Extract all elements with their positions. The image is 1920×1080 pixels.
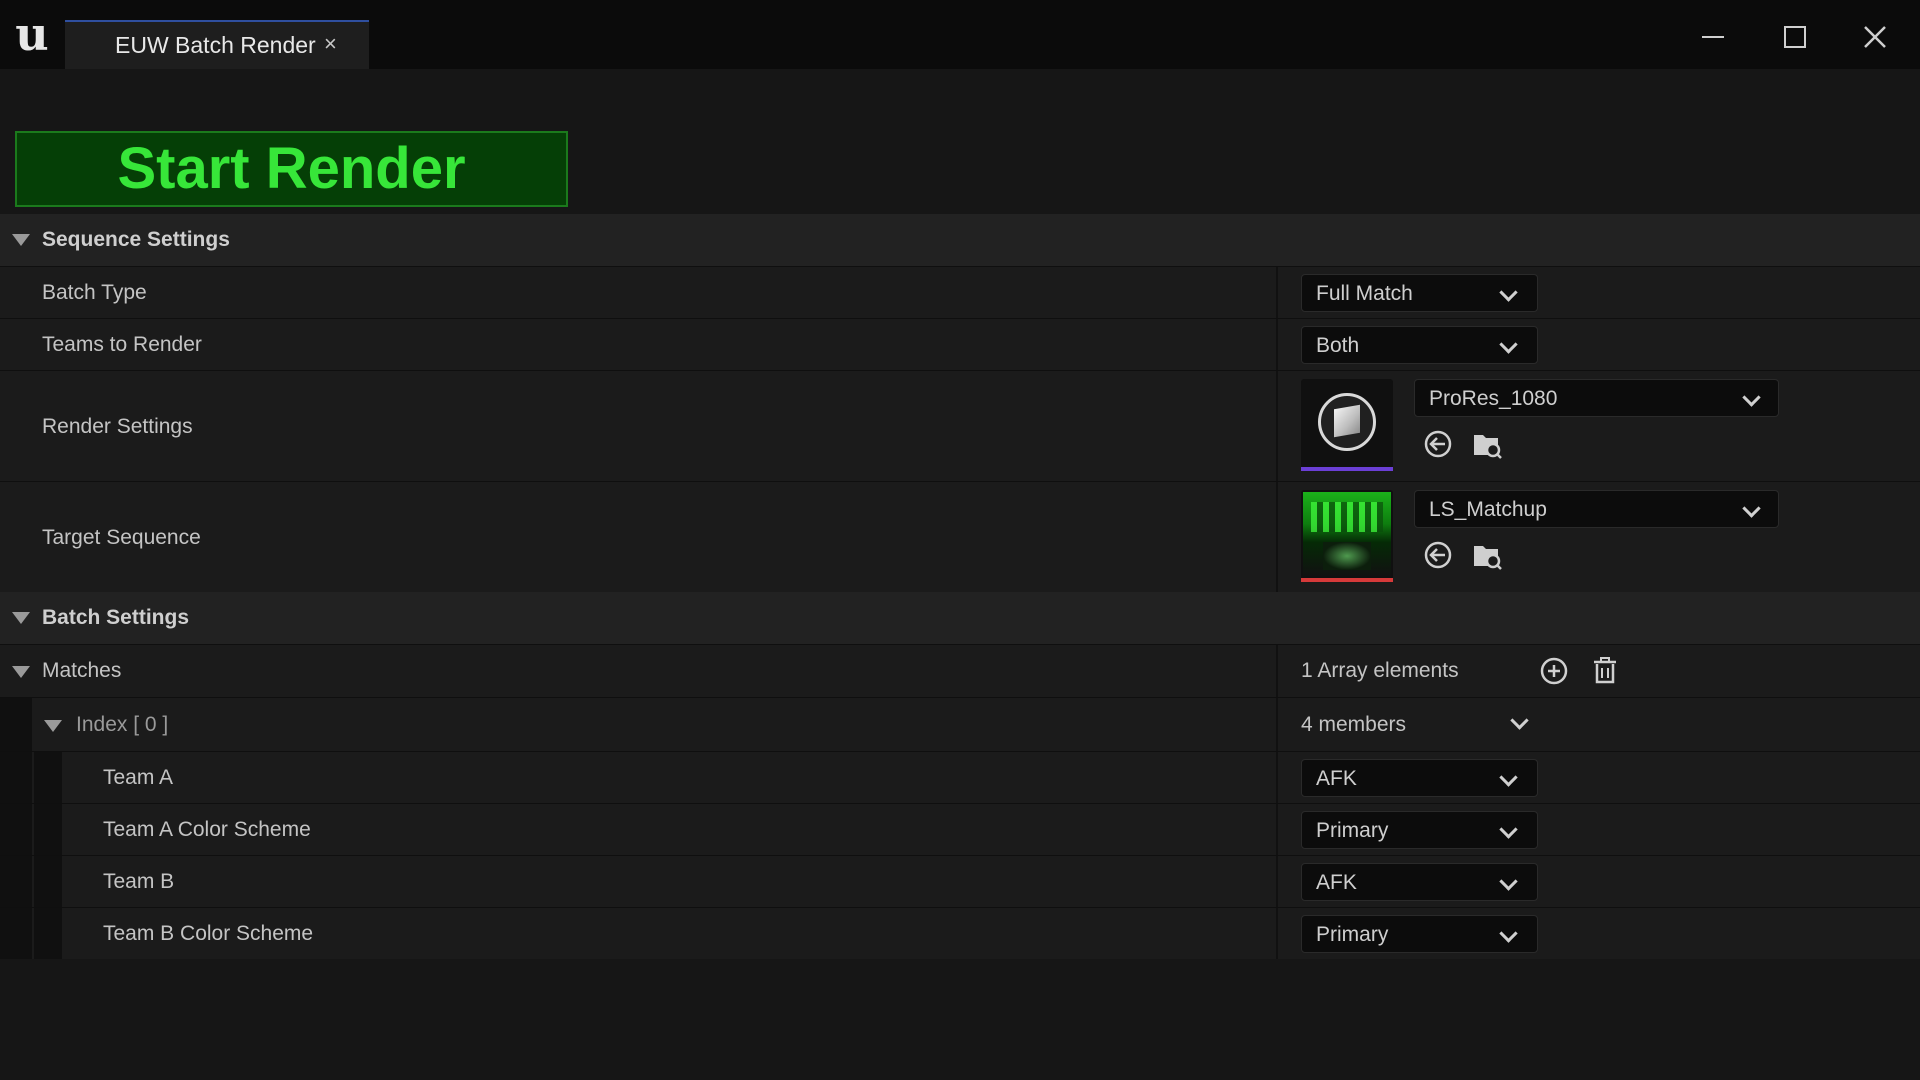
close-window-button[interactable] [1845, 12, 1905, 57]
property-label: Team B Color Scheme [103, 922, 314, 945]
cube-asset-icon [1318, 393, 1376, 451]
row-render-settings: Render Settings ProRes_1080 [0, 370, 1920, 481]
row-team-b-color-scheme: Team B Color Scheme Primary [0, 907, 1920, 959]
column-divider[interactable] [1276, 267, 1278, 318]
unreal-logo-icon: u [15, 7, 49, 61]
dropdown-value: ProRes_1080 [1429, 387, 1558, 410]
column-divider[interactable] [1276, 752, 1278, 803]
start-render-button[interactable]: Start Render [15, 131, 568, 207]
indent-guide [0, 908, 32, 959]
indent-guide [0, 752, 32, 803]
render-settings-thumbnail[interactable] [1301, 379, 1393, 471]
column-divider[interactable] [1276, 856, 1278, 907]
row-matches: Matches 1 Array elements [0, 644, 1920, 697]
indent-guide [0, 804, 32, 855]
chevron-down-icon [1499, 335, 1518, 354]
property-label: Team A [103, 766, 174, 789]
tab-close-icon[interactable]: × [324, 31, 337, 57]
array-count: 1 Array elements [1301, 659, 1459, 682]
maximize-icon [1784, 25, 1806, 48]
property-label: Teams to Render [42, 333, 202, 356]
section-title: Sequence Settings [42, 228, 230, 251]
chevron-down-icon [1499, 283, 1518, 302]
column-divider[interactable] [1276, 698, 1278, 751]
team-a-color-scheme-dropdown[interactable]: Primary [1301, 811, 1538, 849]
property-label: Team B [103, 870, 175, 893]
section-batch-settings[interactable]: Batch Settings [0, 592, 1920, 644]
collapse-arrow-icon[interactable] [44, 720, 62, 732]
column-divider[interactable] [1276, 645, 1278, 697]
batch-type-dropdown[interactable]: Full Match [1301, 274, 1538, 312]
details-panel: Start Render Sequence Settings Batch Typ… [0, 69, 1920, 1080]
chevron-down-icon [1499, 768, 1518, 787]
collapse-arrow-icon[interactable] [12, 666, 30, 678]
indent-guide [0, 856, 32, 907]
sequence-preview-image [1303, 492, 1391, 576]
property-label: Team A Color Scheme [103, 818, 311, 841]
maximize-button[interactable] [1765, 12, 1825, 57]
row-teams-to-render: Teams to Render Both [0, 318, 1920, 370]
team-b-dropdown[interactable]: AFK [1301, 863, 1538, 901]
chevron-down-icon [1499, 820, 1518, 839]
render-settings-asset-picker[interactable]: ProRes_1080 [1414, 379, 1779, 417]
asset-type-bar [1301, 578, 1393, 582]
teams-to-render-dropdown[interactable]: Both [1301, 326, 1538, 364]
delete-trash-icon[interactable] [1589, 655, 1621, 687]
column-divider[interactable] [1276, 482, 1278, 592]
chevron-down-icon [1499, 872, 1518, 891]
chevron-down-icon [1742, 388, 1761, 407]
add-element-icon[interactable] [1538, 655, 1570, 687]
members-summary: 4 members [1301, 713, 1407, 736]
target-sequence-asset-picker[interactable]: LS_Matchup [1414, 490, 1779, 528]
chevron-down-icon[interactable] [1510, 711, 1529, 730]
column-divider[interactable] [1276, 371, 1278, 481]
property-label: Render Settings [42, 415, 193, 438]
dropdown-value: Full Match [1316, 282, 1413, 305]
column-divider[interactable] [1276, 804, 1278, 855]
row-team-a: Team A AFK [0, 751, 1920, 803]
team-a-dropdown[interactable]: AFK [1301, 759, 1538, 797]
minimize-icon [1702, 35, 1724, 38]
chevron-down-icon [1742, 499, 1761, 518]
collapse-arrow-icon[interactable] [12, 612, 30, 624]
row-team-a-color-scheme: Team A Color Scheme Primary [0, 803, 1920, 855]
indent-guide [34, 908, 62, 959]
minimize-button[interactable] [1683, 12, 1743, 57]
dropdown-value: AFK [1316, 871, 1357, 894]
row-team-b: Team B AFK [0, 855, 1920, 907]
browse-asset-icon[interactable] [1471, 428, 1503, 460]
use-selected-asset-icon[interactable] [1422, 539, 1454, 571]
dropdown-value: LS_Matchup [1429, 498, 1547, 521]
indent-guide [34, 856, 62, 907]
team-b-color-scheme-dropdown[interactable]: Primary [1301, 915, 1538, 953]
chevron-down-icon [1499, 924, 1518, 943]
collapse-arrow-icon[interactable] [12, 234, 30, 246]
browse-asset-icon[interactable] [1471, 539, 1503, 571]
column-divider[interactable] [1276, 908, 1278, 959]
property-label: Matches [42, 659, 122, 682]
dropdown-value: AFK [1316, 767, 1357, 790]
column-divider[interactable] [1276, 319, 1278, 370]
indent-guide [34, 804, 62, 855]
row-index-0: Index [ 0 ] 4 members [0, 697, 1920, 751]
row-batch-type: Batch Type Full Match [0, 266, 1920, 318]
tab-title: EUW Batch Render [115, 32, 316, 58]
row-target-sequence: Target Sequence LS_Matchup [0, 481, 1920, 592]
section-title: Batch Settings [42, 606, 190, 629]
property-label: Target Sequence [42, 526, 201, 549]
asset-type-bar [1301, 467, 1393, 471]
dropdown-value: Primary [1316, 923, 1389, 946]
dropdown-value: Primary [1316, 819, 1389, 842]
use-selected-asset-icon[interactable] [1422, 428, 1454, 460]
property-label: Index [ 0 ] [76, 713, 169, 736]
indent-guide [0, 698, 32, 751]
property-label: Batch Type [42, 281, 147, 304]
close-icon [1864, 25, 1886, 48]
tab-euw-batch-render[interactable]: EUW Batch Render × [65, 20, 369, 69]
indent-guide [34, 752, 62, 803]
dropdown-value: Both [1316, 334, 1360, 357]
title-bar: u EUW Batch Render × [0, 0, 1920, 69]
section-sequence-settings[interactable]: Sequence Settings [0, 214, 1920, 266]
target-sequence-thumbnail[interactable] [1301, 490, 1393, 582]
